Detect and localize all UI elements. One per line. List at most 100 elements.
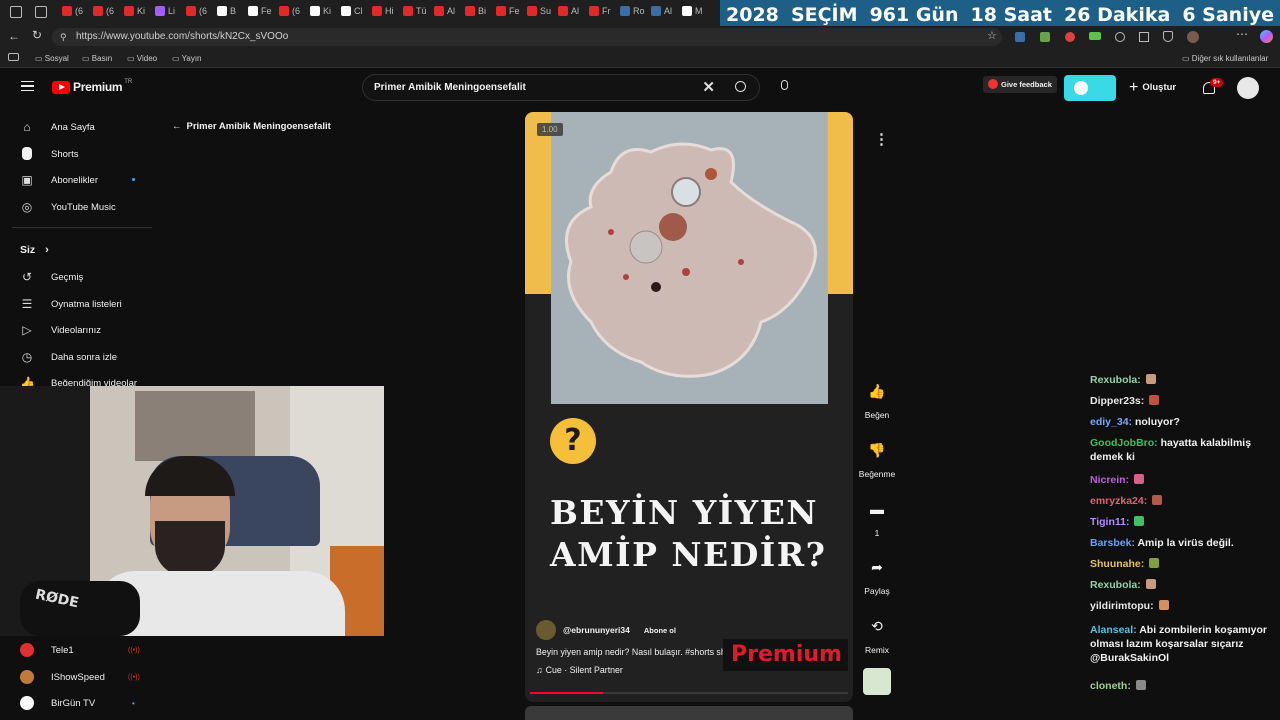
browser-tab[interactable]: Fe bbox=[509, 6, 520, 16]
bookmark-folder-sosyal[interactable]: ▭ Sosyal bbox=[35, 54, 69, 63]
chat-username[interactable]: emryzka24: bbox=[1090, 495, 1150, 507]
sidebar-item-your-videos[interactable]: ▷ Videolarınız bbox=[20, 319, 101, 341]
channel-avatar[interactable] bbox=[536, 620, 556, 640]
browser-tab[interactable]: (6 bbox=[75, 6, 83, 16]
browser-tab[interactable]: Su bbox=[540, 6, 551, 16]
sound-thumbnail[interactable] bbox=[863, 668, 891, 695]
sidebar-item-history[interactable]: ↺ Geçmiş bbox=[20, 266, 83, 288]
browser-address-bar: ← ↻ ⚲ https://www.youtube.com/shorts/kN2… bbox=[0, 26, 1280, 48]
youtube-logo[interactable]: Premium TR bbox=[52, 79, 132, 95]
browser-tab[interactable]: Al bbox=[571, 6, 579, 16]
chat-emote-icon bbox=[1158, 600, 1169, 610]
music-row[interactable]: ♫ Cue · Silent Partner bbox=[536, 665, 623, 675]
other-bookmarks[interactable]: ▭ Diğer sık kullanılanlar bbox=[1182, 54, 1268, 63]
tab-favicon-icon bbox=[93, 6, 103, 16]
tab-actions-icon[interactable] bbox=[35, 6, 47, 18]
browser-tab[interactable]: Al bbox=[664, 6, 672, 16]
chat-username[interactable]: yildirimtopu: bbox=[1090, 600, 1157, 612]
microphone-icon[interactable] bbox=[781, 80, 788, 90]
browser-tab[interactable]: Fe bbox=[261, 6, 272, 16]
chat-username[interactable]: Alanseal: bbox=[1090, 624, 1139, 636]
sidebar-item-watch-later[interactable]: ◷ Daha sonra izle bbox=[20, 346, 117, 368]
comments-button[interactable]: ▬ 1 bbox=[856, 494, 898, 538]
browser-tab[interactable]: M bbox=[695, 6, 703, 16]
chat-username[interactable]: GoodJobBro: bbox=[1090, 437, 1161, 449]
give-feedback-button[interactable]: Give feedback bbox=[983, 76, 1057, 93]
subscribe-button[interactable]: Abone ol bbox=[640, 622, 680, 639]
back-arrow-icon[interactable]: ← bbox=[8, 29, 20, 43]
browser-tab[interactable]: Cl bbox=[354, 6, 363, 16]
music-icon: ◎ bbox=[21, 200, 33, 214]
search-input[interactable]: Primer Amibik Meningoensefalit ✕ bbox=[362, 74, 760, 101]
sidebar-channel-tele1[interactable]: Tele1 ((•)) bbox=[20, 639, 140, 661]
shorts-player[interactable]: 1.00 ? BEYİN YİYEN AMİP NEDİR? @ebrununy… bbox=[525, 112, 853, 702]
bookmark-star-icon[interactable]: ☆ bbox=[987, 29, 997, 42]
browser-tab[interactable]: (6 bbox=[199, 6, 207, 16]
extensions-area[interactable] bbox=[1015, 31, 1215, 43]
clear-search-icon[interactable]: ✕ bbox=[702, 75, 715, 100]
music-note-icon: ♫ bbox=[536, 665, 543, 675]
site-info-icon[interactable]: ⚲ bbox=[60, 28, 67, 46]
tab-favicon-icon bbox=[682, 6, 692, 16]
url-field[interactable]: ⚲ https://www.youtube.com/shorts/kN2Cx_s… bbox=[52, 28, 1002, 46]
browser-tab[interactable]: Ki bbox=[137, 6, 145, 16]
channel-avatar bbox=[20, 670, 34, 684]
share-button[interactable]: ➦ Paylaş bbox=[856, 552, 898, 596]
browser-tab[interactable]: Bi bbox=[478, 6, 486, 16]
chat-username[interactable]: ediy_34: bbox=[1090, 416, 1135, 428]
sidebar-item-subscriptions[interactable]: ▣ Abonelikler bbox=[20, 169, 135, 191]
chat-username[interactable]: Rexubola: bbox=[1090, 579, 1144, 591]
browser-tab[interactable]: (6 bbox=[106, 6, 114, 16]
browser-tab[interactable]: Ki bbox=[323, 6, 331, 16]
back-to-search-link[interactable]: ← Primer Amibik Meningoensefalit bbox=[172, 121, 331, 132]
menu-dots-icon[interactable]: ⋯ bbox=[1236, 27, 1248, 41]
sidebar-item-shorts[interactable]: Shorts bbox=[20, 143, 78, 165]
hamburger-menu-icon[interactable] bbox=[21, 81, 34, 91]
sidebar-item-playlists[interactable]: ☰ Oynatma listeleri bbox=[20, 293, 122, 315]
chat-username[interactable]: cloneth: bbox=[1090, 680, 1134, 692]
browser-tab[interactable]: B bbox=[230, 6, 236, 16]
browser-tab[interactable]: Tü bbox=[416, 6, 427, 16]
account-avatar[interactable] bbox=[1237, 77, 1259, 99]
countdown-seconds: 6 Saniye bbox=[1182, 4, 1274, 26]
sidebar-channel-birgun-tv[interactable]: BirGün TV • bbox=[20, 692, 135, 714]
more-options-icon[interactable]: ⋮ bbox=[874, 130, 889, 148]
browser-tab[interactable]: Hi bbox=[385, 6, 394, 16]
search-icon[interactable] bbox=[735, 81, 746, 92]
channel-name[interactable]: @ebrununyeri34 bbox=[563, 625, 630, 635]
chat-username[interactable]: Shuunahe: bbox=[1090, 558, 1147, 570]
workspaces-icon[interactable] bbox=[10, 6, 22, 18]
browser-tab[interactable]: Li bbox=[168, 6, 175, 16]
bookmark-folder-yayin[interactable]: ▭ Yayın bbox=[172, 54, 202, 63]
chat-username[interactable]: Nicrein: bbox=[1090, 474, 1132, 486]
logo-region: TR bbox=[124, 79, 133, 85]
remix-button[interactable]: ⟲ Remix bbox=[856, 611, 898, 655]
chat-username[interactable]: Tigin11: bbox=[1090, 516, 1132, 528]
browser-tab[interactable]: Al bbox=[447, 6, 455, 16]
bookmark-label: Video bbox=[136, 54, 158, 63]
sidebar-section-you[interactable]: Siz › bbox=[20, 239, 49, 261]
create-button[interactable]: + Oluştur bbox=[1129, 78, 1176, 98]
sidebar-item-home[interactable]: ⌂ Ana Sayfa bbox=[20, 116, 94, 138]
chat-username[interactable]: Dipper23s: bbox=[1090, 395, 1147, 407]
extension-toggle-button[interactable] bbox=[1064, 75, 1116, 101]
like-button[interactable]: 👍 Beğen bbox=[856, 376, 898, 420]
premium-watermark: Premium bbox=[723, 639, 848, 671]
reload-icon[interactable]: ↻ bbox=[32, 28, 42, 42]
bookmarks-toggle-icon[interactable] bbox=[8, 53, 19, 61]
sidebar-channel-ishowspeed[interactable]: IShowSpeed ((•)) bbox=[20, 666, 140, 688]
next-short-preview[interactable] bbox=[525, 706, 853, 720]
browser-tab[interactable]: (6 bbox=[292, 6, 300, 16]
copilot-icon[interactable] bbox=[1260, 30, 1273, 43]
bookmark-folder-video[interactable]: ▭ Video bbox=[127, 54, 157, 63]
browser-tab[interactable]: Ro bbox=[633, 6, 645, 16]
chat-username[interactable]: Barsbek: bbox=[1090, 537, 1137, 549]
dislike-button[interactable]: 👎 Beğenme bbox=[856, 435, 898, 479]
bookmark-folder-basin[interactable]: ▭ Basın bbox=[82, 54, 112, 63]
clock-icon: ◷ bbox=[21, 350, 33, 364]
sidebar-item-youtube-music[interactable]: ◎ YouTube Music bbox=[20, 196, 116, 218]
remix-icon: ⟲ bbox=[871, 618, 883, 634]
progress-bar[interactable] bbox=[530, 692, 848, 694]
chat-username[interactable]: Rexubola: bbox=[1090, 374, 1144, 386]
browser-tab[interactable]: Fr bbox=[602, 6, 611, 16]
